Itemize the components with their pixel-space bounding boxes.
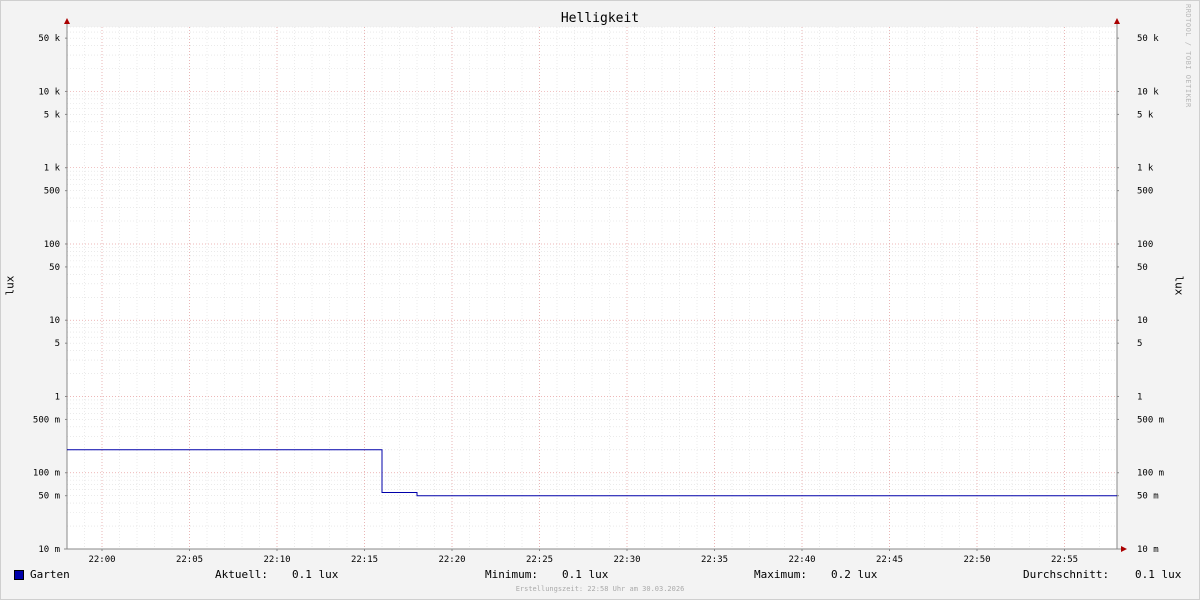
x-tick-label: 22:10 bbox=[263, 555, 290, 565]
x-tick-label: 22:00 bbox=[88, 555, 115, 565]
y-tick-label-right: 5 k bbox=[1137, 110, 1154, 120]
legend-minimum-label: Minimum: bbox=[485, 568, 538, 581]
x-axis-arrow bbox=[1121, 546, 1127, 552]
creation-time: Erstellungszeit: 22:58 Uhr am 30.03.2026 bbox=[515, 585, 685, 593]
legend-current-value: 0.1 lux bbox=[292, 568, 339, 581]
y-tick-label-right: 1 bbox=[1137, 392, 1142, 402]
y-tick-label-right: 100 bbox=[1137, 240, 1153, 250]
x-tick-label: 22:30 bbox=[613, 555, 640, 565]
y-tick-label-left: 10 bbox=[49, 316, 60, 326]
y-tick-label-left: 5 bbox=[55, 339, 60, 349]
x-tick-label: 22:35 bbox=[701, 555, 728, 565]
legend-minimum-value: 0.1 lux bbox=[562, 568, 609, 581]
y-tick-label-right: 500 m bbox=[1137, 415, 1164, 425]
y-tick-label-left: 10 k bbox=[38, 87, 60, 97]
y-tick-label-left: 50 k bbox=[38, 34, 60, 44]
y-tick-label-right: 10 m bbox=[1137, 545, 1159, 555]
y-tick-label-right: 50 m bbox=[1137, 492, 1159, 502]
y-tick-label-left: 1 bbox=[55, 392, 60, 402]
y-tick-label-left: 5 k bbox=[44, 110, 61, 120]
legend-average-value: 0.1 lux bbox=[1135, 568, 1182, 581]
y-tick-label-left: 50 bbox=[49, 263, 60, 273]
y-axis-label-right: lux bbox=[1172, 275, 1186, 296]
y-tick-label-right: 10 k bbox=[1137, 87, 1159, 97]
y-tick-label-left: 50 m bbox=[38, 492, 60, 502]
legend-current-label: Aktuell: bbox=[215, 568, 268, 581]
y-tick-label-left: 500 bbox=[44, 187, 60, 197]
legend-average-label: Durchschnitt: bbox=[1023, 568, 1110, 581]
y-tick-label-right: 5 bbox=[1137, 339, 1142, 349]
y-tick-label-left: 100 bbox=[44, 240, 60, 250]
x-tick-label: 22:55 bbox=[1051, 555, 1078, 565]
x-tick-label: 22:50 bbox=[963, 555, 990, 565]
x-tick-label: 22:15 bbox=[351, 555, 378, 565]
x-tick-label: 22:45 bbox=[876, 555, 903, 565]
y-tick-label-right: 100 m bbox=[1137, 469, 1164, 479]
x-tick-label: 22:05 bbox=[176, 555, 203, 565]
watermark: RRDTOOL / TOBI OETIKER bbox=[1184, 4, 1192, 108]
y-tick-label-right: 50 bbox=[1137, 263, 1148, 273]
chart-canvas: 50 k 50 k 10 k 10 k 5 k 5 k 1 k 1 k 500 500 100 100… bbox=[33, 18, 1164, 565]
x-tick-label: 22:20 bbox=[438, 555, 465, 565]
y-tick-label-right: 1 k bbox=[1137, 164, 1154, 174]
y-tick-label-left: 1 k bbox=[44, 164, 61, 174]
legend-swatch-garten bbox=[14, 570, 24, 580]
y-tick-label-right: 500 bbox=[1137, 187, 1153, 197]
chart-title: Helligkeit bbox=[560, 11, 640, 26]
legend-maximum-label: Maximum: bbox=[754, 568, 807, 581]
x-tick-label: 22:40 bbox=[788, 555, 815, 565]
y-tick-label-right: 50 k bbox=[1137, 34, 1159, 44]
y-tick-label-left: 10 m bbox=[38, 545, 60, 555]
y-tick-label-left: 500 m bbox=[33, 415, 60, 425]
legend-series-name: Garten bbox=[30, 568, 70, 581]
y-axis-label-left: lux bbox=[3, 275, 17, 296]
legend-maximum-value: 0.2 lux bbox=[831, 568, 878, 581]
y-tick-label-left: 100 m bbox=[33, 469, 60, 479]
y-tick-label-right: 10 bbox=[1137, 316, 1148, 326]
x-tick-label: 22:25 bbox=[526, 555, 553, 565]
